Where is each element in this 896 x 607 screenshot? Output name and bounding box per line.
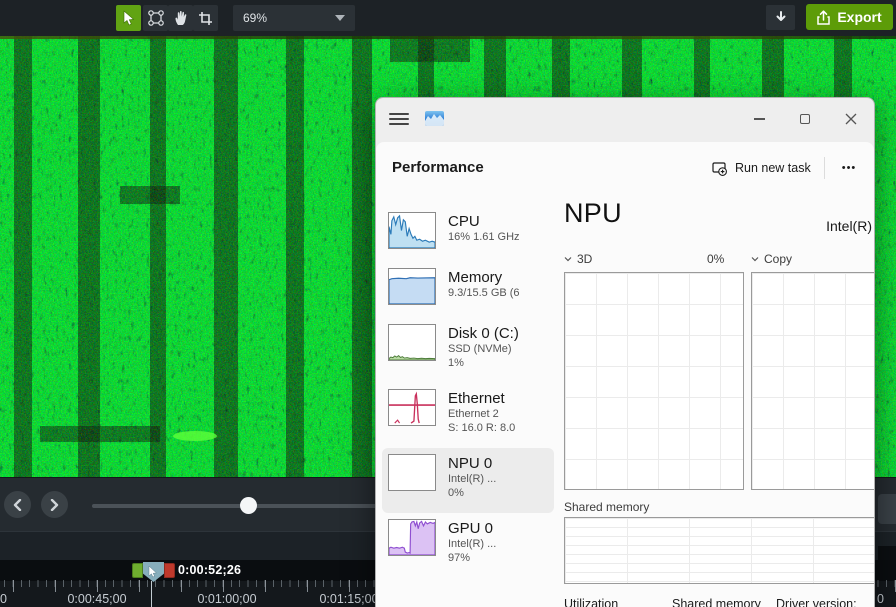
maximize-button[interactable] xyxy=(788,102,822,136)
ethernet-mini-chart xyxy=(388,389,436,426)
sidebar-item-label: NPU 0 xyxy=(448,454,496,473)
export-button[interactable]: Export xyxy=(806,4,893,30)
chevron-down-icon xyxy=(751,255,759,263)
sidebar-item-label: Memory xyxy=(448,268,520,287)
canvas-top-edge xyxy=(0,36,896,39)
download-button[interactable] xyxy=(766,5,795,30)
sidebar-item-detail: Ethernet 2 xyxy=(448,408,515,422)
ruler-label: 0:01:00;00 xyxy=(197,592,256,606)
playhead-in-marker[interactable] xyxy=(132,563,143,578)
sidebar-item-detail2: S: 16.0 R: 8.0 xyxy=(448,422,515,436)
sidebar-item-detail2: 97% xyxy=(448,552,496,566)
download-arrow-icon xyxy=(775,11,787,24)
pan-tool-button[interactable] xyxy=(168,5,193,31)
sidebar-item-detail: 16% 1.61 GHz xyxy=(448,231,520,245)
control-bar-right-button[interactable] xyxy=(878,494,896,524)
sidebar-item-label: CPU xyxy=(448,212,520,231)
sidebar-item-label: GPU 0 xyxy=(448,519,496,538)
sidebar-item-label: Ethernet xyxy=(448,389,515,408)
footer-shared-memory-label: Shared memory xyxy=(672,597,761,607)
ruler-label: 0:00:45;00 xyxy=(67,592,126,606)
chevron-down-icon xyxy=(564,255,572,263)
playhead[interactable] xyxy=(132,562,175,582)
task-manager-titlebar[interactable] xyxy=(376,98,874,142)
close-button[interactable] xyxy=(834,102,868,136)
device-vendor: Intel(R) xyxy=(826,218,872,234)
task-manager-app-icon xyxy=(425,111,444,126)
footer-utilization-label: Utilization xyxy=(564,597,618,607)
engine-3d-value: 0% xyxy=(707,252,724,266)
cursor-icon xyxy=(122,10,136,26)
engine-3d-chart xyxy=(564,272,744,490)
editor-toolbar: 69% Export xyxy=(0,0,896,36)
sidebar-item-detail: SSD (NVMe) xyxy=(448,343,519,357)
memory-mini-chart xyxy=(388,268,436,305)
zoom-level-dropdown[interactable]: 69% xyxy=(233,5,355,31)
chevron-left-icon xyxy=(13,499,22,511)
engine-3d-label: 3D xyxy=(577,252,592,266)
cpu-mini-chart xyxy=(388,212,436,249)
engine-copy-chart xyxy=(751,272,874,490)
mouse-cursor-icon xyxy=(148,566,158,578)
task-manager-content: Performance Run new task ••• xyxy=(376,142,874,607)
ruler-label: 0 xyxy=(877,592,884,606)
step-forward-button[interactable] xyxy=(41,491,68,518)
gpu-mini-chart xyxy=(388,519,436,556)
maximize-icon xyxy=(800,114,810,124)
cursor-tool-button[interactable] xyxy=(116,5,141,31)
device-title: NPU xyxy=(564,198,622,229)
playhead-out-marker[interactable] xyxy=(164,563,175,578)
transform-icon xyxy=(148,10,164,26)
npu-mini-chart xyxy=(388,454,436,491)
sidebar-item-disk[interactable]: Disk 0 (C:) SSD (NVMe) 1% xyxy=(382,318,554,383)
share-upload-icon xyxy=(817,10,830,25)
shared-memory-chart xyxy=(564,517,874,584)
sidebar-item-label: Disk 0 (C:) xyxy=(448,324,519,343)
engine-labels-row: 3D 0% Copy xyxy=(564,252,874,268)
sidebar-item-detail: Intel(R) ... xyxy=(448,538,496,552)
sidebar-item-detail2: 1% xyxy=(448,357,519,371)
page-title: Performance xyxy=(392,159,484,176)
engine-copy-toggle[interactable]: Copy xyxy=(751,252,792,266)
playhead-timestamp: 0:00:52;26 xyxy=(178,563,241,577)
disk-mini-chart xyxy=(388,324,436,361)
step-back-button[interactable] xyxy=(4,491,31,518)
engine-3d-toggle[interactable]: 3D xyxy=(564,252,592,266)
playhead-line xyxy=(151,581,152,607)
chevron-down-icon xyxy=(335,15,345,21)
crop-tool-button[interactable] xyxy=(193,5,218,31)
chevron-right-icon xyxy=(50,499,59,511)
performance-sidebar: CPU 16% 1.61 GHz Memory 9.3/15.5 GB (6 xyxy=(382,206,554,578)
crop-icon xyxy=(198,11,213,26)
sidebar-item-detail2: 0% xyxy=(448,487,496,501)
sidebar-item-ethernet[interactable]: Ethernet Ethernet 2 S: 16.0 R: 8.0 xyxy=(382,383,554,448)
hand-icon xyxy=(174,10,188,26)
engine-copy-label: Copy xyxy=(764,252,792,266)
shared-memory-label: Shared memory xyxy=(564,500,649,514)
sidebar-item-detail: Intel(R) ... xyxy=(448,473,496,487)
npu-detail-panel: NPU Intel(R) 3D 0% Copy xyxy=(561,142,874,607)
ruler-label: 0:01:15;00 xyxy=(319,592,378,606)
export-label: Export xyxy=(837,9,881,25)
sidebar-item-memory[interactable]: Memory 9.3/15.5 GB (6 xyxy=(382,262,554,318)
transform-tool-button[interactable] xyxy=(143,5,168,31)
sidebar-item-detail: 9.3/15.5 GB (6 xyxy=(448,287,520,301)
playhead-handle[interactable] xyxy=(143,562,164,582)
sidebar-item-npu[interactable]: NPU 0 Intel(R) ... 0% xyxy=(382,448,554,513)
sidebar-item-cpu[interactable]: CPU 16% 1.61 GHz xyxy=(382,206,554,262)
ruler-label: 0 xyxy=(0,592,7,606)
footer-driver-version-label: Driver version: xyxy=(776,597,857,607)
timeline-zoom-slider-handle[interactable] xyxy=(240,497,257,514)
sidebar-item-gpu[interactable]: GPU 0 Intel(R) ... 97% xyxy=(382,513,554,578)
minimize-icon xyxy=(754,118,765,120)
close-icon xyxy=(845,113,857,125)
hamburger-menu-icon[interactable] xyxy=(389,111,409,127)
minimize-button[interactable] xyxy=(742,102,776,136)
zoom-level-value: 69% xyxy=(243,11,267,25)
task-manager-window: Performance Run new task ••• xyxy=(375,97,875,607)
